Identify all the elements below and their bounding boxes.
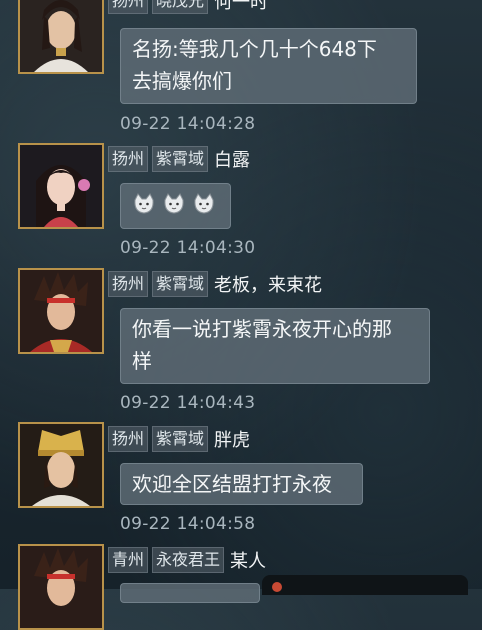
message-bubble[interactable]: 你看一说打紫霄永夜开心的那 样	[120, 308, 430, 384]
message-line: 你看一说打紫霄永夜开心的那	[132, 317, 392, 341]
message-line: 欢迎全区结盟打打永夜	[132, 472, 332, 496]
guild-tag: 紫霄域	[152, 426, 209, 452]
avatar[interactable]	[18, 143, 104, 229]
region-tag: 扬州	[108, 271, 149, 297]
sender-bar: 扬州 紫霄域 胖虎	[108, 426, 250, 452]
region-tag: 青州	[108, 547, 149, 573]
sender-bar: 扬州 晓茂兄 何一时	[108, 0, 268, 14]
sender-name: 某人	[230, 551, 267, 572]
chat-popup[interactable]	[262, 575, 468, 595]
message-bubble[interactable]: 欢迎全区结盟打打永夜	[120, 463, 363, 505]
timestamp: 09-22 14:04:58	[120, 514, 256, 534]
timestamp: 09-22 14:04:30	[120, 238, 256, 258]
emoji-row	[132, 188, 219, 216]
message-line: 名扬:等我几个几十个648下	[132, 37, 377, 61]
message-bubble[interactable]	[120, 583, 260, 603]
avatar[interactable]	[18, 544, 104, 630]
region-tag: 扬州	[108, 146, 149, 172]
cat-face-icon	[164, 193, 184, 214]
guild-tag: 紫霄域	[152, 271, 209, 297]
message-bubble[interactable]	[120, 183, 231, 229]
message-line: 去搞爆你们	[132, 69, 232, 93]
avatar[interactable]	[18, 0, 104, 74]
avatar[interactable]	[18, 268, 104, 354]
sender-name: 胖虎	[214, 430, 251, 451]
region-tag: 扬州	[108, 0, 149, 14]
message-bubble[interactable]: 名扬:等我几个几十个648下 去搞爆你们	[120, 28, 417, 104]
sender-bar: 扬州 紫霄域 老板，来束花	[108, 271, 322, 297]
guild-tag: 紫霄域	[152, 146, 209, 172]
sender-bar: 扬州 紫霄域 白露	[108, 146, 250, 172]
timestamp: 09-22 14:04:43	[120, 393, 256, 413]
sender-name: 何一时	[214, 0, 269, 13]
sender-name: 老板，来束花	[214, 275, 323, 296]
cat-face-icon	[134, 193, 154, 214]
guild-tag: 晓茂兄	[152, 0, 209, 14]
avatar[interactable]	[18, 422, 104, 508]
timestamp: 09-22 14:04:28	[120, 114, 256, 134]
sender-bar: 青州 永夜君王 某人	[108, 547, 266, 573]
sender-name: 白露	[214, 150, 251, 171]
region-tag: 扬州	[108, 426, 149, 452]
message-line: 样	[132, 349, 152, 373]
notification-dot	[272, 582, 282, 592]
guild-tag: 永夜君王	[152, 547, 225, 573]
chat-log: 扬州 晓茂兄 何一时 名扬:等我几个几十个648下 去搞爆你们 09-22 14…	[0, 0, 482, 630]
cat-face-icon	[194, 193, 214, 214]
